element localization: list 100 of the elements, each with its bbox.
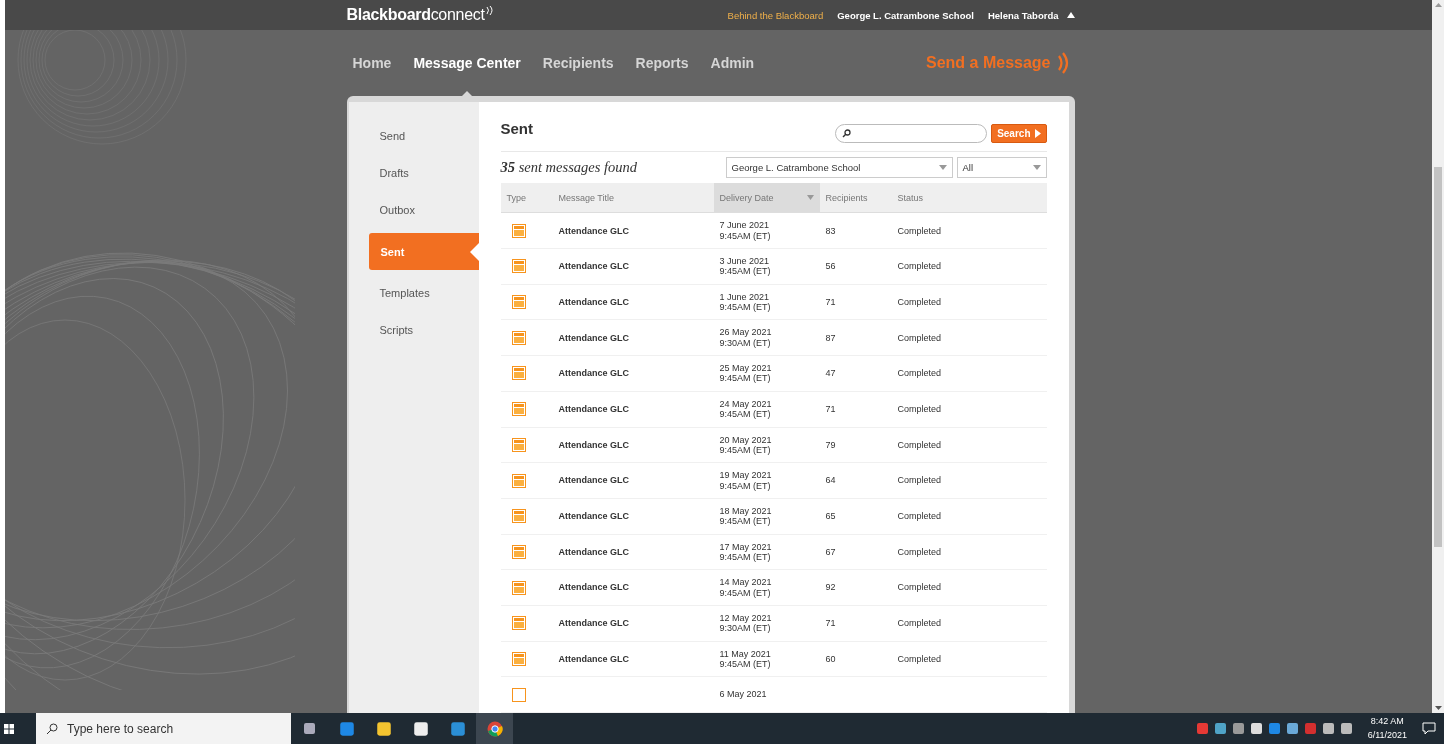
recipient-count: 64 <box>825 475 836 486</box>
delivery-time: 9:45AM (ET) <box>719 230 772 242</box>
calendar-icon <box>511 616 526 631</box>
status-text: Completed <box>897 368 942 379</box>
status-text: Completed <box>897 261 942 272</box>
sidebar-item[interactable]: Drafts <box>348 159 479 187</box>
calendar-icon <box>511 366 526 381</box>
status-text: Completed <box>897 653 942 664</box>
message-title[interactable]: Attendance GLC <box>558 582 629 593</box>
delivery-date: 6 May 2021 <box>719 689 768 700</box>
column-header[interactable]: Message Title <box>552 183 714 213</box>
column-header[interactable]: Delivery Date <box>713 183 820 213</box>
recipient-count: 92 <box>825 582 836 593</box>
recipient-count: 67 <box>825 546 836 557</box>
delivery-time: 9:45AM (ET) <box>719 587 772 598</box>
calendar-icon <box>511 330 526 345</box>
search-icon <box>46 722 58 735</box>
message-title[interactable]: Attendance GLC <box>558 439 629 450</box>
message-title[interactable]: Attendance GLC <box>558 511 629 522</box>
sidebar-item[interactable]: Outbox <box>348 196 479 224</box>
header-link[interactable]: Behind the Blackboard <box>727 9 824 21</box>
status-text: Completed <box>897 439 942 450</box>
column-header[interactable]: Recipients <box>819 183 892 213</box>
message-title[interactable]: Attendance GLC <box>558 475 629 486</box>
sidebar-item[interactable]: Templates <box>348 279 479 307</box>
page-title: Sent <box>500 120 533 137</box>
message-title[interactable]: Attendance GLC <box>558 225 629 236</box>
calendar-icon <box>511 687 526 702</box>
message-title[interactable]: Attendance GLC <box>558 332 629 343</box>
nav-tab[interactable]: Message Center <box>413 49 521 77</box>
nav-tab[interactable]: Home <box>352 49 392 77</box>
delivery-date: 25 May 2021 <box>719 363 773 374</box>
delivery-date: 3 June 2021 <box>719 256 771 267</box>
status-text: Completed <box>897 404 942 414</box>
column-header[interactable]: Type <box>500 183 553 213</box>
delivery-date: 24 May 2021 <box>719 398 773 410</box>
scroll-down-icon[interactable] <box>1434 706 1442 710</box>
nav-tab[interactable]: Recipients <box>542 49 614 77</box>
school-dropdown[interactable]: George L. Catrambone School <box>725 157 953 179</box>
delivery-time: 9:45AM (ET) <box>719 658 772 670</box>
status-text: Completed <box>897 475 942 486</box>
recipient-count: 47 <box>825 368 836 379</box>
scrollbar[interactable] <box>1432 0 1444 713</box>
status-dropdown[interactable]: All <box>956 157 1047 179</box>
delivery-date: 14 May 2021 <box>719 577 773 588</box>
windows-icon[interactable] <box>4 723 14 734</box>
message-title[interactable]: Attendance GLC <box>558 261 629 272</box>
status-text: Completed <box>897 546 942 557</box>
sort-icon <box>806 195 814 201</box>
calendar-icon <box>511 223 526 238</box>
delivery-time: 9:30AM (ET) <box>719 623 772 634</box>
delivery-time: 9:45AM (ET) <box>719 516 772 527</box>
delivery-date: 7 June 2021 <box>719 220 771 231</box>
user-menu[interactable]: Helena Taborda <box>987 9 1075 21</box>
delivery-date: 1 June 2021 <box>719 291 771 303</box>
status-text: Completed <box>897 511 942 522</box>
sidebar-item[interactable]: Send <box>348 122 479 150</box>
delivery-date: 20 May 2021 <box>719 434 773 445</box>
calendar-icon <box>511 473 526 488</box>
tray-icon <box>1213 722 1227 735</box>
tray-icon <box>1231 722 1245 735</box>
message-title[interactable]: Attendance GLC <box>558 296 629 307</box>
tray-icon <box>1195 722 1209 735</box>
calendar-icon <box>511 580 526 595</box>
message-title[interactable]: Attendance GLC <box>558 546 629 557</box>
recipient-count: 87 <box>825 332 836 343</box>
delivery-time: 9:45AM (ET) <box>719 409 772 420</box>
message-title[interactable]: Attendance GLC <box>558 404 629 414</box>
message-title[interactable]: Attendance GLC <box>558 653 629 664</box>
calendar-icon <box>511 651 526 666</box>
delivery-date: 18 May 2021 <box>719 505 773 517</box>
message-title[interactable]: Attendance GLC <box>558 618 629 629</box>
notification-icon[interactable] <box>1422 722 1436 735</box>
delivery-time: 9:45AM (ET) <box>719 480 772 491</box>
tray-icon <box>1303 722 1317 735</box>
sidebar-item[interactable]: Scripts <box>348 316 479 344</box>
column-header[interactable]: Status <box>891 183 1047 213</box>
circle-glyph <box>486 720 503 737</box>
status-text: Completed <box>897 582 942 593</box>
status-text: Completed <box>897 296 942 307</box>
calendar-icon <box>511 402 526 417</box>
taskbar-search-field[interactable]: Type here to search <box>36 713 291 744</box>
recipient-count: 60 <box>825 653 836 664</box>
recipient-count: 83 <box>825 225 836 236</box>
status-text: Completed <box>897 225 942 236</box>
result-count: 35 sent messages found <box>500 159 638 177</box>
nav-tab[interactable]: Reports <box>635 49 689 77</box>
recipient-count: 56 <box>825 261 836 272</box>
message-title[interactable]: Attendance GLC <box>558 368 629 379</box>
calendar-icon <box>511 295 526 310</box>
calendar-icon <box>511 544 526 559</box>
delivery-time: 9:45AM (ET) <box>719 266 772 277</box>
logo[interactable]: Blackboardconnect <box>346 6 493 24</box>
chrome-icon[interactable] <box>476 713 513 744</box>
header-link[interactable]: George L. Catrambone School <box>837 9 974 21</box>
recipient-count: 71 <box>825 296 836 307</box>
clock[interactable]: 8:42 AM 6/11/2021 <box>1367 715 1407 742</box>
nav-tab[interactable]: Admin <box>710 49 755 77</box>
recipient-count: 79 <box>825 439 836 450</box>
delivery-time: 9:45AM (ET) <box>719 444 772 456</box>
